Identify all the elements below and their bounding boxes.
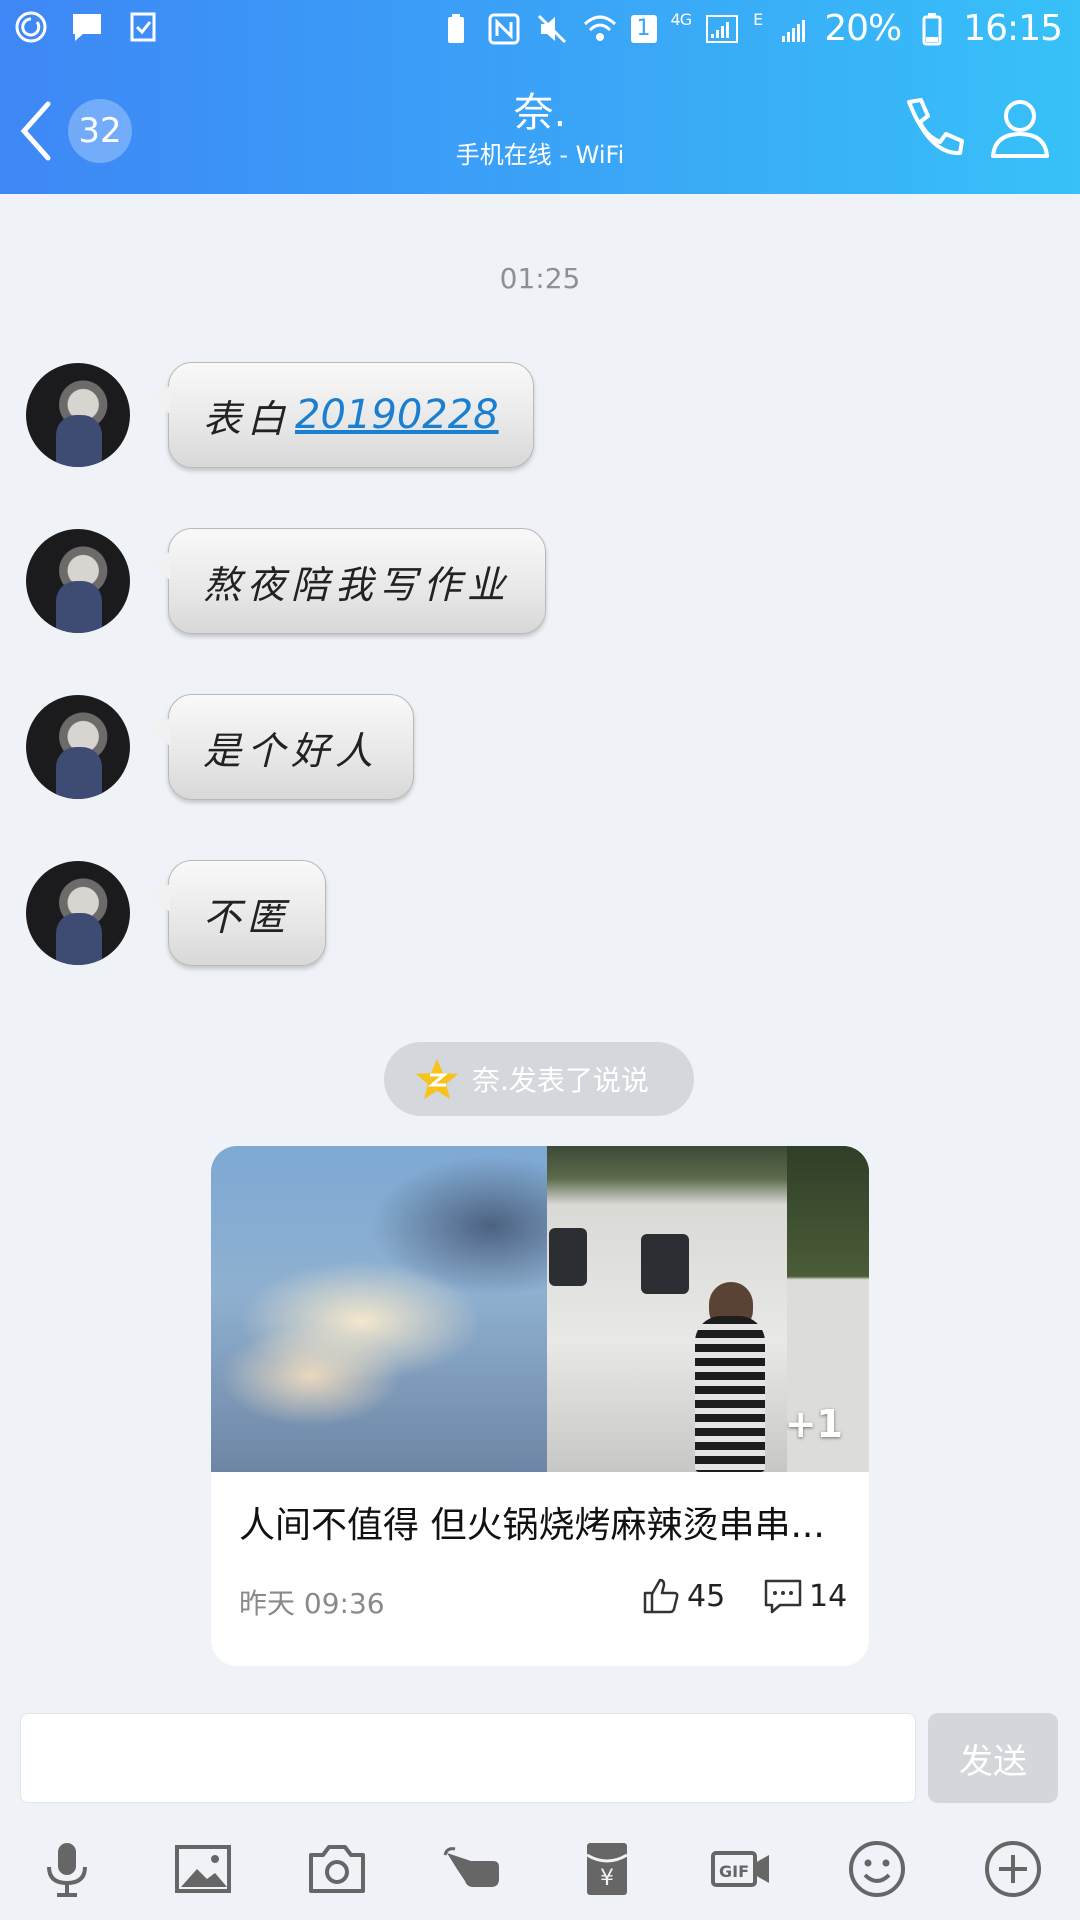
comment-icon bbox=[764, 1579, 802, 1614]
truck-window bbox=[549, 1228, 587, 1286]
message-row: 是个好人 bbox=[26, 692, 415, 802]
gif-button[interactable]: GIF bbox=[706, 1834, 776, 1904]
status-bar: 1 4G E 20% 16:15 bbox=[0, 0, 1080, 62]
mute-icon bbox=[535, 12, 569, 46]
message-row: 熬夜陪我写作业 bbox=[26, 526, 547, 636]
call-button[interactable] bbox=[895, 94, 965, 164]
message-bubble[interactable]: 表白 20190228 bbox=[148, 362, 534, 468]
message-bubble[interactable]: 是个好人 bbox=[148, 694, 415, 800]
red-packet-icon: ¥ bbox=[586, 1843, 628, 1895]
message-text: 不匿 bbox=[203, 894, 292, 939]
nav-bar: 32 奈. 手机在线 - WiFi bbox=[0, 84, 1080, 194]
comment-count[interactable]: 14 bbox=[763, 1576, 847, 1616]
red-packet-button[interactable]: ¥ bbox=[572, 1834, 642, 1904]
netease-music-icon bbox=[14, 10, 48, 44]
network-e-label: E bbox=[753, 10, 763, 29]
camera-button[interactable] bbox=[302, 1834, 372, 1904]
battery-percent: 20% bbox=[824, 8, 902, 49]
message-text: 熬夜陪我写作业 bbox=[203, 562, 512, 607]
bubble-tail bbox=[148, 552, 170, 580]
post-title: 人间不值得 但火锅烧烤麻辣烫串串... bbox=[239, 1505, 825, 1546]
post-image-sky[interactable] bbox=[211, 1146, 547, 1472]
qzone-post-card[interactable]: +1 人间不值得 但火锅烧烤麻辣烫串串... 昨天 09:36 45 14 bbox=[211, 1146, 869, 1666]
signal-icon bbox=[776, 12, 810, 46]
plus-icon bbox=[985, 1841, 1041, 1897]
network-4g-label: 4G bbox=[670, 10, 693, 29]
task-icon bbox=[126, 10, 160, 44]
wifi-icon bbox=[583, 12, 617, 46]
battery-icon bbox=[915, 12, 949, 46]
online-status: 手机在线 - WiFi bbox=[455, 141, 625, 169]
emoji-button[interactable] bbox=[842, 1834, 912, 1904]
svg-text:¥: ¥ bbox=[600, 1866, 614, 1891]
send-button[interactable]: 发送 bbox=[928, 1713, 1058, 1803]
page-title: 奈. bbox=[513, 90, 567, 136]
truck-window bbox=[641, 1234, 689, 1294]
message-icon bbox=[70, 10, 104, 44]
nfc-icon bbox=[487, 12, 521, 46]
qzone-star-icon bbox=[416, 1059, 458, 1099]
emoji-icon bbox=[849, 1841, 905, 1897]
voice-button[interactable] bbox=[32, 1834, 102, 1904]
message-row: 表白 20190228 bbox=[26, 360, 534, 470]
notice-text: 奈.发表了说说 bbox=[472, 1064, 649, 1097]
bubble-tail bbox=[148, 386, 170, 414]
battery-saver-icon bbox=[439, 12, 473, 46]
message-row: 不匿 bbox=[26, 858, 327, 968]
profile-button[interactable] bbox=[985, 94, 1055, 164]
person bbox=[695, 1316, 765, 1472]
avatar[interactable] bbox=[26, 695, 130, 799]
avatar[interactable] bbox=[26, 529, 130, 633]
back-button[interactable]: 32 bbox=[14, 96, 132, 166]
image-icon bbox=[175, 1845, 231, 1893]
more-button[interactable] bbox=[978, 1834, 1048, 1904]
avatar[interactable] bbox=[26, 363, 130, 467]
bubble-tail bbox=[148, 884, 170, 912]
chevron-left-icon bbox=[20, 101, 51, 161]
microphone-icon bbox=[47, 1843, 87, 1897]
poke-icon bbox=[443, 1847, 499, 1887]
clock: 16:15 bbox=[963, 8, 1063, 49]
message-link[interactable]: 20190228 bbox=[295, 392, 499, 438]
comment-count-value: 14 bbox=[809, 1578, 848, 1614]
unread-count-badge: 32 bbox=[68, 99, 132, 163]
poke-button[interactable] bbox=[438, 1834, 508, 1904]
camera-icon bbox=[309, 1845, 365, 1893]
message-input[interactable] bbox=[20, 1713, 916, 1803]
message-text: 是个好人 bbox=[203, 728, 380, 773]
input-toolbar: ¥ GIF bbox=[0, 1830, 1080, 1920]
qzone-post-notice[interactable]: 奈.发表了说说 bbox=[384, 1042, 694, 1116]
like-count[interactable]: 45 bbox=[641, 1576, 725, 1616]
svg-text:GIF: GIF bbox=[719, 1862, 749, 1881]
header: 1 4G E 20% 16:15 32 奈. 手机在线 - WiFi bbox=[0, 0, 1080, 194]
image-button[interactable] bbox=[168, 1834, 238, 1904]
notification-icons bbox=[14, 10, 160, 44]
phone-icon bbox=[907, 98, 964, 156]
post-image-street[interactable]: +1 bbox=[547, 1146, 869, 1472]
bubble-tail bbox=[148, 718, 170, 746]
message-text: 表白 bbox=[203, 396, 292, 441]
gif-icon: GIF bbox=[711, 1851, 769, 1887]
thumbs-up-icon bbox=[643, 1578, 679, 1614]
avatar[interactable] bbox=[26, 861, 130, 965]
status-indicators: 1 4G E 20% 16:15 bbox=[439, 8, 1063, 49]
post-time: 昨天 09:36 bbox=[239, 1587, 385, 1620]
like-count-value: 45 bbox=[687, 1578, 726, 1614]
sim-badge: 1 bbox=[630, 14, 657, 43]
more-images-count: +1 bbox=[784, 1402, 843, 1446]
message-bubble[interactable]: 熬夜陪我写作业 bbox=[148, 528, 547, 634]
user-icon bbox=[991, 100, 1049, 158]
message-bubble[interactable]: 不匿 bbox=[148, 860, 327, 966]
signal-icon bbox=[705, 12, 739, 46]
chat-title-block[interactable]: 奈. 手机在线 - WiFi bbox=[340, 90, 740, 172]
chat-timestamp: 01:25 bbox=[499, 262, 581, 295]
